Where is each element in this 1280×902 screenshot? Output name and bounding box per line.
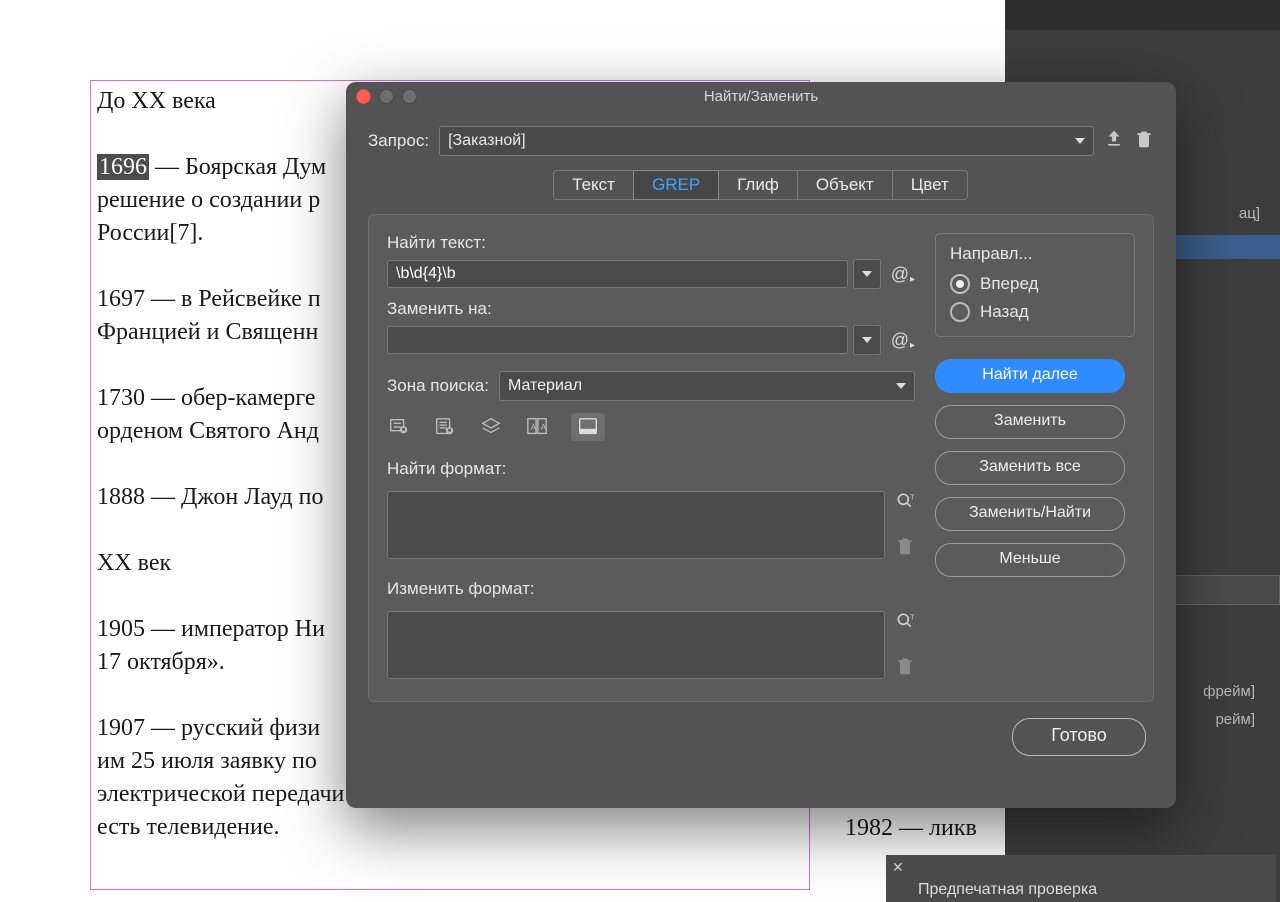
preflight-panel: ✕ Предпечатная проверка (886, 855, 1276, 902)
close-window-button[interactable] (356, 89, 371, 104)
close-icon[interactable]: ✕ (892, 859, 904, 876)
direction-title: Направл... (950, 244, 1120, 264)
query-label: Запрос: (368, 131, 429, 151)
find-text-label: Найти текст: (387, 233, 915, 253)
replace-history-button[interactable] (853, 325, 881, 355)
search-highlight: 1696 (97, 154, 149, 180)
svg-text:A: A (541, 423, 547, 432)
pasteboard (0, 0, 992, 80)
right-panel-item[interactable]: рейм] (1215, 711, 1255, 728)
clear-change-format-button[interactable] (895, 656, 915, 681)
specify-change-format-button[interactable]: T (895, 611, 915, 636)
direction-backward-label: Назад (980, 302, 1029, 322)
mode-tabs: ТекстGREPГлифОбъектЦвет (346, 170, 1176, 200)
find-change-dialog: Найти/Заменить Запрос: [Заказной] ТекстG… (346, 82, 1176, 808)
footnotes-toggle[interactable] (571, 413, 605, 441)
query-select-value: [Заказной] (448, 132, 526, 150)
zoom-window-button[interactable] (402, 89, 417, 104)
scope-select-value: Материал (508, 377, 582, 395)
find-special-chars-button[interactable]: @▸ (891, 264, 915, 285)
clear-find-format-button[interactable] (895, 536, 915, 561)
scope-label: Зона поиска: (387, 376, 489, 396)
replace-input[interactable] (387, 326, 848, 354)
find-text-input[interactable]: \b\d{4}\b (387, 260, 848, 288)
window-controls (356, 89, 417, 104)
direction-group: Направл... Вперед Назад (935, 233, 1135, 337)
hidden-layers-toggle[interactable] (479, 416, 503, 438)
right-panel-item[interactable]: ац] (1239, 205, 1260, 222)
replace-special-chars-button[interactable]: @▸ (891, 330, 915, 351)
chevron-down-icon (1075, 138, 1085, 144)
master-pages-toggle[interactable]: AA (525, 416, 549, 438)
chevron-down-icon (862, 271, 872, 277)
done-button[interactable]: Готово (1012, 718, 1146, 756)
change-format-label: Изменить формат: (387, 579, 915, 599)
dialog-titlebar[interactable]: Найти/Заменить (346, 82, 1176, 112)
find-next-button[interactable]: Найти далее (935, 359, 1125, 393)
document-line[interactable]: есть телевидение. (97, 811, 803, 844)
tab-объект[interactable]: Объект (797, 170, 893, 200)
direction-forward-label: Вперед (980, 274, 1038, 294)
radio-icon (950, 274, 970, 294)
tab-цвет[interactable]: Цвет (892, 170, 968, 200)
find-format-box[interactable] (387, 491, 885, 559)
scope-select[interactable]: Материал (499, 371, 915, 401)
right-panel-header (1005, 0, 1280, 30)
change-format-box[interactable] (387, 611, 885, 679)
locked-layers-toggle[interactable] (387, 416, 411, 438)
minimize-window-button[interactable] (379, 89, 394, 104)
save-query-icon[interactable] (1104, 129, 1124, 154)
dialog-title: Найти/Заменить (704, 88, 818, 105)
query-select[interactable]: [Заказной] (439, 126, 1094, 156)
specify-find-format-button[interactable]: T (895, 491, 915, 516)
svg-text:T: T (910, 492, 915, 501)
svg-text:T: T (910, 612, 915, 621)
svg-text:A: A (531, 423, 537, 432)
fewer-options-button[interactable]: Меньше (935, 543, 1125, 577)
radio-icon (950, 302, 970, 322)
change-all-button[interactable]: Заменить все (935, 451, 1125, 485)
tab-глиф[interactable]: Глиф (718, 170, 798, 200)
direction-forward-radio[interactable]: Вперед (950, 274, 1120, 294)
find-format-label: Найти формат: (387, 459, 915, 479)
right-panel-item[interactable]: фрейм] (1203, 683, 1255, 700)
tab-текст[interactable]: Текст (553, 170, 634, 200)
change-button[interactable]: Заменить (935, 405, 1125, 439)
replace-label: Заменить на: (387, 299, 915, 319)
find-history-button[interactable] (853, 259, 881, 289)
direction-backward-radio[interactable]: Назад (950, 302, 1120, 322)
locked-stories-toggle[interactable] (433, 416, 457, 438)
preflight-tab[interactable]: Предпечатная проверка (904, 877, 1111, 902)
chevron-down-icon (896, 383, 906, 389)
tab-grep[interactable]: GREP (633, 170, 719, 200)
search-option-toggles: AA (387, 413, 915, 441)
delete-query-icon[interactable] (1134, 129, 1154, 154)
change-find-button[interactable]: Заменить/Найти (935, 497, 1125, 531)
chevron-down-icon (862, 337, 872, 343)
